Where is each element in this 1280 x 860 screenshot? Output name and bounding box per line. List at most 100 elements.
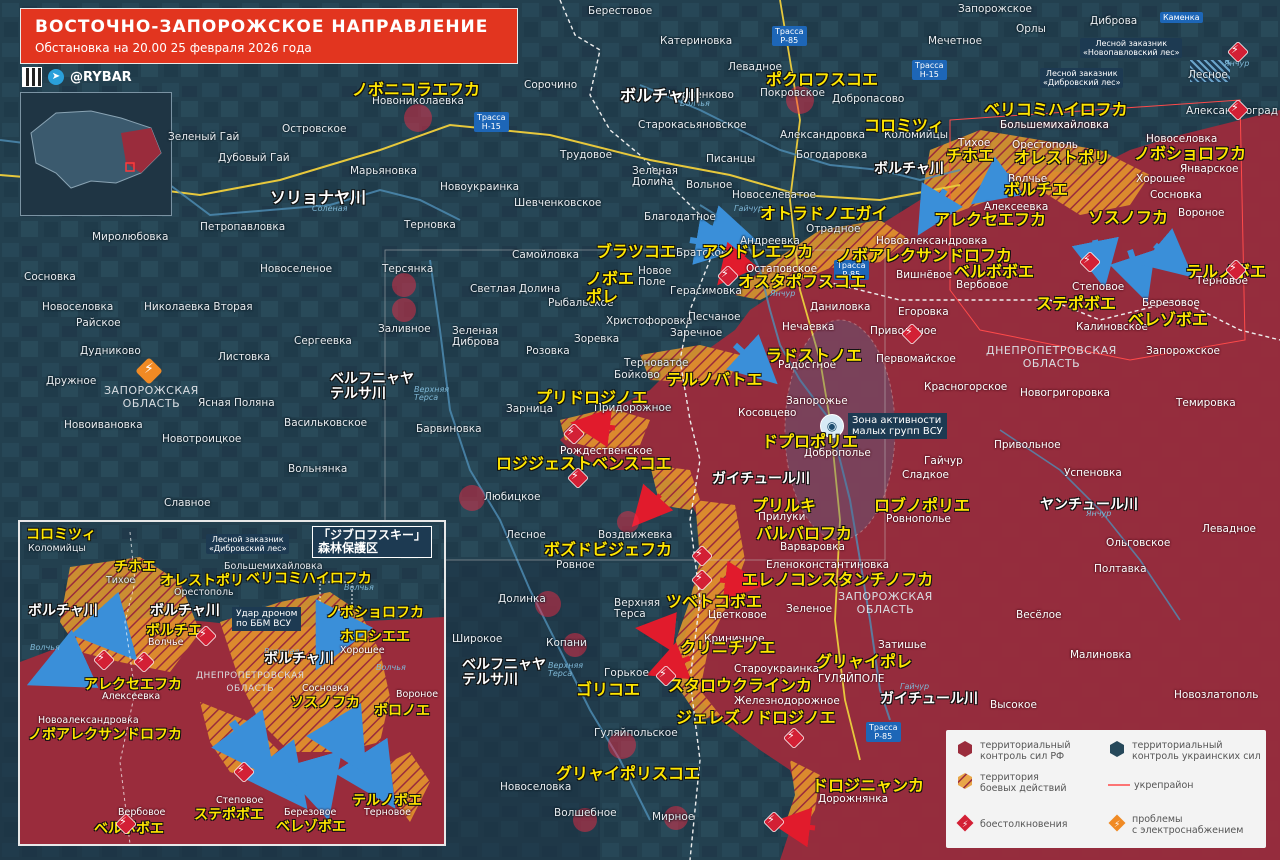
jp-label: ベルフニャヤ テルサ川 xyxy=(462,657,546,688)
town-label: Островское xyxy=(282,123,347,135)
town-label: Богодаровка xyxy=(796,149,868,161)
clash-icon[interactable] xyxy=(1228,100,1246,118)
clash-icon[interactable] xyxy=(692,570,710,588)
legend-fortification: укрепрайон xyxy=(1134,780,1194,791)
town-label: Вишнёвое xyxy=(896,269,953,281)
clash-icon[interactable] xyxy=(1226,260,1244,278)
jp-label: ブラツコエ xyxy=(596,242,677,261)
town-label: Дорожнянка xyxy=(818,793,888,805)
town-label: Новозлатополь xyxy=(1174,689,1259,701)
clash-icon[interactable] xyxy=(718,266,736,284)
jp-label: ソスノフカ xyxy=(1088,208,1169,227)
town-label: Сергеевка xyxy=(294,335,352,347)
jp-label: ノボニコラエフカ xyxy=(352,80,481,99)
town-label: Лесное xyxy=(1188,69,1228,81)
jp-label: ボルチャ川 xyxy=(28,603,98,619)
jp-label: オトラドノエガイ xyxy=(760,204,888,223)
jp-label: ボルチャ川 xyxy=(620,86,700,105)
drone-strike-callout: Удар дроном по ББМ ВСУ xyxy=(232,607,302,631)
town-label: Сосновка xyxy=(1150,189,1202,201)
town-label: Цветковое xyxy=(708,609,767,621)
jp-label: ステポボエ xyxy=(1036,294,1117,313)
clash-icon[interactable] xyxy=(94,650,112,668)
map-canvas[interactable]: ВОСТОЧНО-ЗАПОРОЖСКОЕ НАПРАВЛЕНИЕ Обстано… xyxy=(0,0,1280,860)
title-panel: ВОСТОЧНО-ЗАПОРОЖСКОЕ НАПРАВЛЕНИЕ Обстано… xyxy=(20,8,518,64)
town-label: Васильковское xyxy=(284,417,368,429)
brand-name: @RYBAR xyxy=(70,69,132,85)
jp-label: ホロシエエ xyxy=(340,629,410,645)
clash-icon[interactable] xyxy=(116,814,134,832)
town-label: Ровнополье xyxy=(886,513,951,525)
jp-label: ボルチャ川 xyxy=(264,651,334,667)
river-label: Волчья xyxy=(30,643,60,652)
detail-inset: 「ジブロフスキー」 森林保護区 Лесной заказник «Дибровс… xyxy=(18,520,446,846)
town-label: Новоалександровка xyxy=(38,715,139,726)
clash-icon[interactable] xyxy=(1080,252,1098,270)
clash-icon[interactable] xyxy=(764,812,782,830)
town-label: Орестополь xyxy=(174,587,234,598)
clash-icon[interactable] xyxy=(902,324,920,342)
power-outage-icon: ⚡ xyxy=(1108,814,1126,832)
legend-ukr-control: территориальный контроль украинских сил xyxy=(1132,740,1261,762)
clash-icon[interactable] xyxy=(234,762,252,780)
region-zaporizhzhia-east: ЗАПОРОЖСКАЯ ОБЛАСТЬ xyxy=(838,590,933,616)
legend: территориальный контроль сил РФ территор… xyxy=(946,730,1266,848)
clash-icon[interactable] xyxy=(568,468,586,486)
jp-label: プリドロジノエ xyxy=(536,388,648,407)
jp-label: ボルチャ川 xyxy=(150,603,220,619)
clash-icon: ⚡ xyxy=(956,814,974,832)
brand-bar[interactable]: ➤ @RYBAR xyxy=(22,67,132,87)
clash-icon[interactable] xyxy=(656,666,674,684)
clash-icon[interactable] xyxy=(196,626,214,644)
town-label: Березовое xyxy=(1142,297,1200,309)
reserve-novopavlovsky: Лесной заказник «Новопавловский лес» xyxy=(1080,38,1183,58)
line-icon xyxy=(1108,784,1130,786)
town-label: Герасимовка xyxy=(670,285,742,297)
town-label: Писанцы xyxy=(706,153,756,165)
town-label: Хорошее xyxy=(340,645,385,656)
town-label: Орлы xyxy=(1016,23,1046,35)
jp-label: コロミツィ xyxy=(864,116,945,135)
town-label: Тихое xyxy=(106,575,136,586)
clash-icon[interactable] xyxy=(784,728,802,746)
town-label: Красногорское xyxy=(924,381,1008,393)
town-label: Березовое xyxy=(284,807,337,818)
town-label: Зеленая Диброва xyxy=(452,325,500,348)
town-label: Зеленый Гай xyxy=(168,131,240,143)
jp-label: ノボアレクサンドロフカ xyxy=(28,727,182,743)
inset-region: ДНЕПРОПЕТРОВСКАЯ ОБЛАСТЬ xyxy=(196,671,305,694)
jp-label: ボルチエ xyxy=(146,623,202,639)
reserve-badge: 「ジブロフスキー」 森林保護区 xyxy=(312,526,433,558)
town-label: Старокасьяновское xyxy=(638,119,747,131)
jp-label: アンドレエフカ xyxy=(702,242,814,261)
town-label: Вербовое xyxy=(956,279,1009,291)
clash-icon[interactable] xyxy=(1228,42,1246,60)
clash-icon[interactable] xyxy=(692,546,710,564)
river-label: Гайчур xyxy=(734,204,764,213)
jp-label: ラドストノエ xyxy=(766,346,863,365)
town-label: Вороное xyxy=(396,689,439,700)
map-title: ВОСТОЧНО-ЗАПОРОЖСКОЕ НАПРАВЛЕНИЕ xyxy=(35,17,489,37)
reserve-dibrovsky-inset: Лесной заказник «Дибровский лес» xyxy=(206,534,290,554)
jp-label: スタロウクラインカ xyxy=(668,676,813,695)
clash-icon[interactable] xyxy=(134,652,152,670)
legend-power-problems: проблемы с электроснабжением xyxy=(1132,814,1244,836)
jp-label: ガイチュール川 xyxy=(880,691,978,707)
highway-h15-left: Трасса Н-15 xyxy=(474,112,509,132)
town-label: Зоревка xyxy=(574,333,620,345)
jp-label: チホエ xyxy=(114,559,156,575)
jp-label: バルバロフカ xyxy=(756,524,853,543)
town-label: Дудниково xyxy=(80,345,141,357)
town-label: Лесное xyxy=(506,529,546,541)
town-label: Новоселеное xyxy=(260,263,333,275)
town-label: Новоселеватое xyxy=(732,189,816,201)
town-label: Светлая Долина xyxy=(470,283,561,295)
town-label: Сосновка xyxy=(24,271,76,283)
jp-label: ロブノポリエ xyxy=(874,496,971,515)
jp-label: ボズドビジェフカ xyxy=(544,540,673,559)
jp-label: ソリョナヤ川 xyxy=(270,188,367,207)
jp-label: クリニチノエ xyxy=(680,638,776,657)
clash-icon[interactable] xyxy=(564,424,582,442)
jp-label: ガイチュール川 xyxy=(712,471,810,487)
town-label: Волшебное xyxy=(554,807,617,819)
